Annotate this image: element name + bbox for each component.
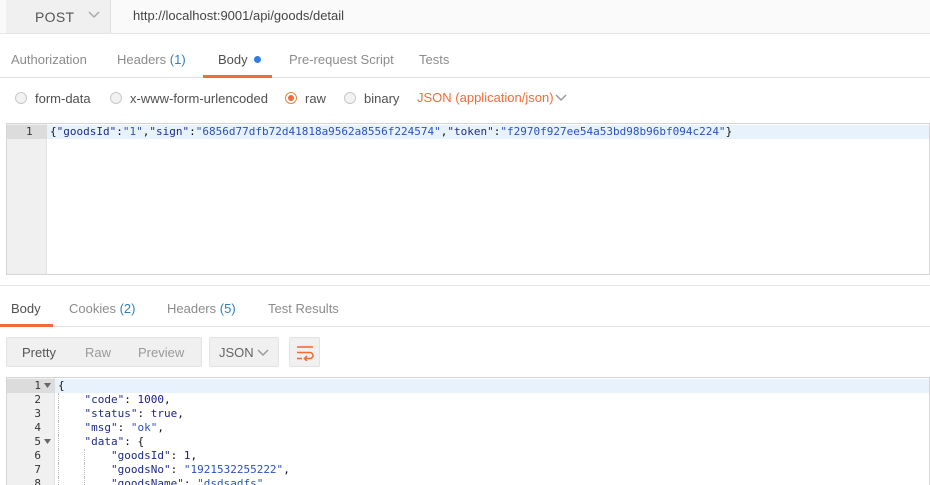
response-line: 5 "data": {	[7, 435, 929, 449]
url-input[interactable]: http://localhost:9001/api/goods/detail	[133, 8, 344, 23]
chevron-down-icon[interactable]	[555, 94, 567, 102]
tab-body-label: Body	[218, 52, 248, 67]
line-number: 1	[34, 379, 41, 392]
radio-form-data-label: form-data	[35, 90, 91, 106]
tab-response-headers[interactable]: Headers (5)	[167, 301, 236, 316]
response-headers-count: (5)	[219, 301, 236, 316]
request-body-editor[interactable]: 1 {"goodsId":"1","sign":"6856d77dfb72d41…	[6, 123, 930, 275]
active-tab-indicator	[0, 324, 53, 327]
response-body-viewer[interactable]: 1{2 "code": 1000, 3 "status": true, 4 "msg…	[6, 377, 930, 485]
response-line: 6 "goodsId": 1,	[7, 449, 929, 463]
line-number-gutter	[7, 124, 47, 274]
line-number: 7	[34, 463, 41, 476]
response-line: 2 "code": 1000,	[7, 393, 929, 407]
radio-circle-icon	[110, 92, 122, 104]
headers-count: (1)	[169, 52, 186, 67]
tab-authorization[interactable]: Authorization	[11, 52, 87, 67]
line-number: 8	[34, 477, 41, 485]
line-number: 3	[34, 407, 41, 420]
radio-raw[interactable]: raw	[285, 88, 326, 108]
line-number: 6	[34, 449, 41, 462]
response-line-text: "goodsId": 1,	[110, 449, 198, 462]
response-line: 1{	[7, 379, 929, 393]
response-tabs: Body Cookies (2) Headers (5) Test Result…	[0, 293, 930, 327]
line-number: 2	[34, 393, 41, 406]
chevron-down-icon	[257, 349, 269, 357]
response-line-text: {	[58, 379, 65, 392]
radio-binary[interactable]: binary	[344, 88, 399, 108]
response-line-text: "status": true,	[84, 407, 184, 420]
tab-response-headers-label: Headers	[167, 301, 217, 316]
request-tabs: Authorization Headers (1) Body Pre-reque…	[0, 44, 930, 78]
radio-form-data[interactable]: form-data	[15, 88, 91, 108]
response-line: 8 "goodsName": "dsdsadfs",	[7, 477, 929, 485]
pretty-button[interactable]: Pretty	[22, 345, 56, 360]
tab-headers[interactable]: Headers (1)	[117, 52, 186, 67]
line-number: 4	[34, 421, 41, 434]
tab-headers-label: Headers	[117, 52, 167, 67]
response-line: 4 "msg": "ok",	[7, 421, 929, 435]
response-line-text: "goodsNo": "1921532255222",	[110, 463, 290, 476]
view-mode-group: Pretty Raw Preview	[6, 337, 202, 367]
response-line-text: "msg": "ok",	[84, 421, 165, 434]
url-bar: POST http://localhost:9001/api/goods/det…	[0, 0, 930, 34]
wrap-lines-icon	[297, 346, 314, 361]
tab-cookies[interactable]: Cookies (2)	[69, 301, 135, 316]
wrap-lines-button[interactable]	[289, 337, 320, 367]
method-label: POST	[35, 8, 75, 25]
radio-x-www-form-urlencoded[interactable]: x-www-form-urlencoded	[110, 88, 268, 108]
response-line-text: "goodsName": "dsdsadfs",	[110, 477, 270, 485]
radio-raw-label: raw	[305, 90, 326, 106]
tab-test-results[interactable]: Test Results	[268, 301, 339, 316]
radio-circle-icon	[15, 92, 27, 104]
active-tab-indicator	[203, 75, 272, 78]
method-dropdown[interactable]: POST	[6, 0, 111, 33]
radio-urlencoded-label: x-www-form-urlencoded	[130, 90, 268, 106]
line-number: 1	[26, 125, 33, 138]
response-line: 3 "status": true,	[7, 407, 929, 421]
line-number: 5	[34, 435, 41, 448]
format-label: JSON	[219, 345, 254, 360]
response-line: 7 "goodsNo": "1921532255222",	[7, 463, 929, 477]
tab-body[interactable]: Body	[218, 52, 261, 67]
fold-arrow-icon[interactable]	[44, 383, 51, 389]
chevron-down-icon	[88, 11, 100, 19]
modified-dot-icon	[253, 56, 261, 63]
radio-selected-icon	[285, 92, 297, 104]
raw-button[interactable]: Raw	[85, 345, 111, 360]
response-line-text: "code": 1000,	[84, 393, 171, 406]
fold-arrow-icon[interactable]	[44, 439, 51, 445]
cookies-count: (2)	[119, 301, 136, 316]
tab-tests[interactable]: Tests	[419, 52, 449, 67]
response-line-text: "data": {	[84, 435, 145, 448]
tab-cookies-label: Cookies	[69, 301, 116, 316]
tab-response-body[interactable]: Body	[11, 301, 41, 316]
tab-pre-request-script[interactable]: Pre-request Script	[289, 52, 394, 67]
request-body-text[interactable]: {"goodsId":"1","sign":"6856d77dfb72d4181…	[50, 125, 732, 138]
radio-circle-icon	[344, 92, 356, 104]
preview-button[interactable]: Preview	[138, 345, 184, 360]
content-type-dropdown[interactable]: JSON (application/json)	[417, 90, 554, 105]
radio-binary-label: binary	[364, 90, 400, 106]
section-divider	[0, 285, 930, 286]
format-dropdown[interactable]: JSON	[209, 337, 279, 367]
